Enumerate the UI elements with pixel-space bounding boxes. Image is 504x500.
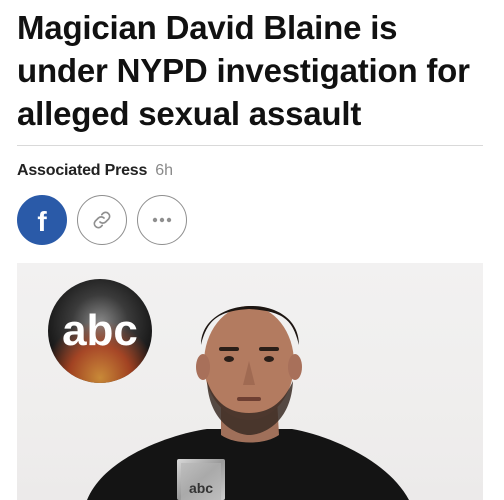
more-horizontal-icon: [152, 217, 172, 223]
award-plaque: abc: [177, 459, 225, 500]
facebook-icon: f: [37, 205, 47, 237]
source-name[interactable]: Associated Press: [17, 162, 147, 180]
article-photo[interactable]: abc abc: [17, 263, 483, 500]
article: Magician David Blaine is under NYPD inve…: [0, 0, 504, 500]
more-options-button[interactable]: [137, 195, 187, 245]
svg-text:abc: abc: [189, 480, 213, 496]
abc-logo: abc: [48, 279, 152, 383]
link-icon: [93, 211, 111, 229]
photo-illustration: abc abc: [48, 279, 409, 500]
copy-link-button[interactable]: [77, 195, 127, 245]
article-headline: Magician David Blaine is under NYPD inve…: [17, 9, 470, 132]
share-bar: f: [17, 195, 187, 247]
divider: [17, 145, 483, 146]
timestamp: 6h: [155, 162, 174, 179]
byline: Associated Press 6h: [17, 162, 173, 184]
share-facebook-button[interactable]: f: [17, 195, 67, 245]
svg-text:abc: abc: [62, 306, 138, 355]
